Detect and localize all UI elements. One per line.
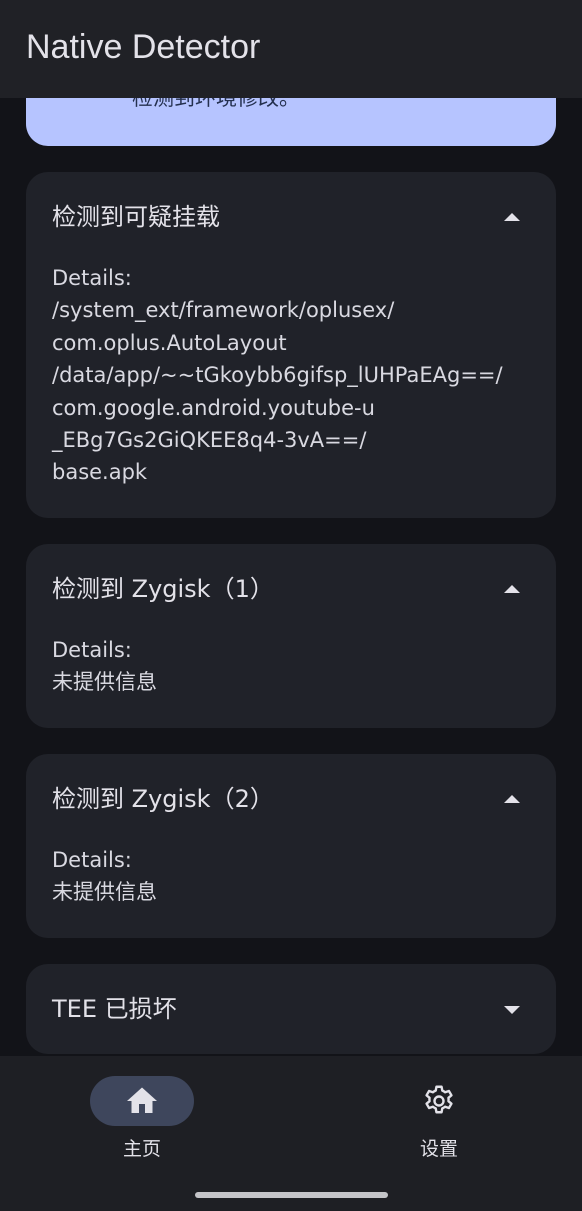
details-line: /system_ext/framework/oplusex/ — [52, 298, 395, 323]
nav-label-settings: 设置 — [419, 1138, 458, 1160]
card-title: 检测到 Zygisk（1） — [52, 575, 274, 603]
card-title: 检测到可疑挂载 — [52, 203, 220, 231]
nav-label-home: 主页 — [122, 1138, 161, 1160]
details-label: Details: — [52, 266, 132, 290]
gesture-home-indicator[interactable] — [195, 1192, 388, 1198]
home-icon — [127, 1087, 157, 1113]
card-details: Details: /system_ext/framework/oplusex/ … — [52, 262, 503, 489]
card-details: Details: 未提供信息 — [52, 634, 157, 699]
chevron-up-icon[interactable] — [504, 795, 520, 803]
details-line: com.oplus.AutoLayout — [52, 330, 287, 355]
scroll-content[interactable]: 检测到环境修改。 检测到可疑挂载 Details: /system_ext/fr… — [0, 98, 582, 1056]
card-details: Details: 未提供信息 — [52, 844, 157, 909]
chevron-up-icon[interactable] — [504, 213, 520, 221]
bottom-navigation: 主页 设置 — [0, 1056, 582, 1211]
detection-card-zygisk-1[interactable]: 检测到 Zygisk（1） Details: 未提供信息 — [26, 544, 556, 728]
chevron-up-icon[interactable] — [504, 585, 520, 593]
detection-card-zygisk-2[interactable]: 检测到 Zygisk（2） Details: 未提供信息 — [26, 754, 556, 938]
chevron-down-icon[interactable] — [504, 1006, 520, 1014]
nav-item-home[interactable]: 主页 — [42, 1074, 242, 1184]
detection-card-tee-broken[interactable]: TEE 已损坏 — [26, 964, 556, 1054]
gear-icon — [425, 1085, 453, 1114]
card-title: TEE 已损坏 — [52, 995, 177, 1023]
details-label: Details: — [52, 638, 132, 662]
details-line: 未提供信息 — [52, 880, 157, 905]
details-label: Details: — [52, 848, 132, 872]
details-line: com.google.android.youtube-u — [52, 395, 375, 420]
details-line: base.apk — [52, 460, 148, 485]
app-bar: Native Detector — [0, 0, 582, 98]
details-line: _EBg7Gs2GiQKEE8q4-3vA==/ — [52, 428, 367, 453]
details-line: 未提供信息 — [52, 670, 157, 695]
details-line: /data/app/~~tGkoybb6gifsp_lUHPaEAg==/ — [52, 363, 503, 388]
card-title: 检测到 Zygisk（2） — [52, 785, 274, 813]
detection-card-suspicious-mount[interactable]: 检测到可疑挂载 Details: /system_ext/framework/o… — [26, 172, 556, 518]
banner-text: 检测到环境修改。 — [132, 98, 300, 110]
app-title: Native Detector — [26, 28, 261, 66]
nav-item-settings[interactable]: 设置 — [339, 1074, 539, 1184]
environment-banner: 检测到环境修改。 — [26, 98, 556, 146]
